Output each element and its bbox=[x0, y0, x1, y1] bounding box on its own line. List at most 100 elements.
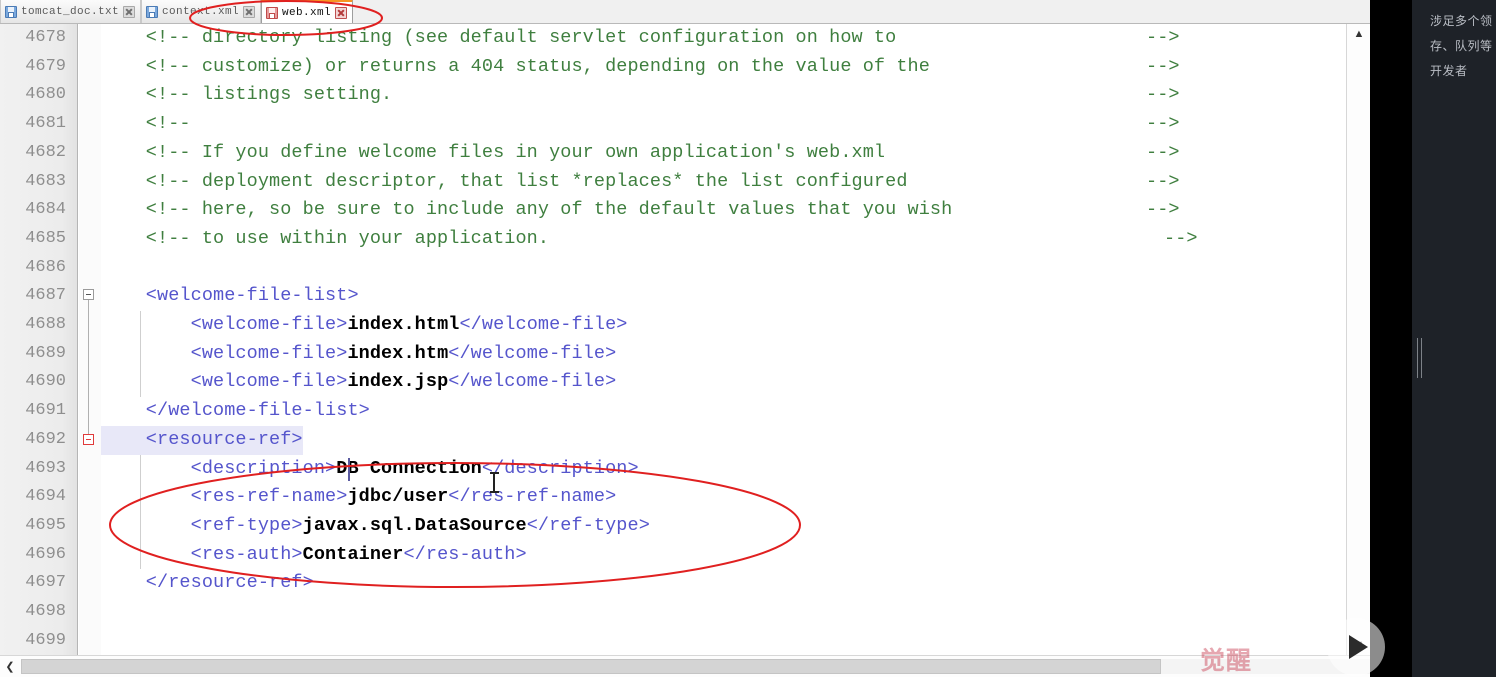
code-editing-area[interactable]: 4678 <!-- directory listing (see default… bbox=[0, 24, 1370, 655]
text-editor-window: tomcat_doc.txt context.xml web.xml 4678 … bbox=[0, 0, 1370, 677]
code-line-content: <!-- If you define welcome files in your… bbox=[101, 139, 1180, 168]
xml-comment: <!-- directory listing (see default serv… bbox=[101, 27, 897, 48]
comment-terminator: --> bbox=[1146, 170, 1180, 192]
line-number: 4686 bbox=[25, 257, 66, 277]
code-lines-container: 4678 <!-- directory listing (see default… bbox=[0, 24, 1345, 655]
xml-tag: </welcome-file> bbox=[448, 342, 617, 364]
xml-tag: <welcome-file> bbox=[101, 371, 348, 393]
floppy-disk-icon bbox=[266, 6, 279, 19]
panel-drag-handle[interactable] bbox=[1417, 338, 1423, 378]
fold-guide-line bbox=[88, 300, 89, 444]
xml-comment: <!-- here, so be sure to include any of … bbox=[101, 199, 953, 221]
xml-tag: <welcome-file> bbox=[101, 342, 348, 364]
line-number: 4687 bbox=[25, 286, 66, 306]
comment-terminator: --> bbox=[1146, 27, 1180, 48]
line-number: 4697 bbox=[25, 573, 66, 593]
play-button-icon[interactable] bbox=[1327, 618, 1385, 676]
xml-text-value: index.jsp bbox=[347, 371, 449, 393]
xml-tag: <welcome-file-list> bbox=[101, 285, 359, 307]
scroll-left-arrow[interactable]: ❮ bbox=[0, 656, 20, 677]
comment-terminator: --> bbox=[1146, 55, 1180, 77]
tab-web-xml[interactable]: web.xml bbox=[261, 0, 354, 23]
scroll-up-arrow[interactable]: ▲ bbox=[1347, 24, 1371, 44]
line-number: 4693 bbox=[25, 458, 66, 478]
line-number: 4678 bbox=[25, 28, 66, 47]
fold-marker-4692[interactable] bbox=[83, 434, 94, 445]
fold-marker-4687[interactable] bbox=[83, 289, 94, 300]
xml-comment: <!-- customize) or returns a 404 status,… bbox=[101, 55, 930, 77]
xml-comment: <!-- If you define welcome files in your… bbox=[101, 141, 886, 163]
side-panel-line-2: 存、队列等 bbox=[1430, 39, 1493, 53]
xml-tag: </welcome-file> bbox=[459, 314, 628, 335]
tab-label: tomcat_doc.txt bbox=[21, 5, 120, 18]
line-number: 4692 bbox=[25, 429, 66, 449]
code-line-content: <res-ref-name>jdbc/user</res-ref-name> bbox=[101, 483, 617, 512]
code-line-content: <!-- deployment descriptor, that list *r… bbox=[101, 168, 1180, 197]
line-number: 4683 bbox=[25, 171, 66, 191]
tab-label: web.xml bbox=[282, 6, 332, 19]
xml-text-value: index.html bbox=[347, 314, 460, 335]
comment-terminator: --> bbox=[1146, 84, 1180, 106]
black-letterbox-gap bbox=[1370, 0, 1412, 677]
line-number: 4695 bbox=[25, 515, 66, 535]
close-icon[interactable] bbox=[123, 5, 136, 18]
line-number: 4681 bbox=[25, 114, 66, 134]
code-line-content: <!-- here, so be sure to include any of … bbox=[101, 196, 1180, 225]
xml-tag: <resource-ref> bbox=[101, 428, 303, 450]
line-number: 4685 bbox=[25, 228, 66, 248]
code-line-content: <res-auth>Container</res-auth> bbox=[101, 541, 527, 570]
tab-context-xml[interactable]: context.xml bbox=[141, 0, 262, 23]
line-number: 4689 bbox=[25, 343, 66, 363]
xml-tag: <res-ref-name> bbox=[101, 486, 348, 508]
xml-text-value: Container bbox=[302, 543, 404, 565]
tab-label: context.xml bbox=[162, 5, 240, 18]
side-panel-line-3: 开发者 bbox=[1430, 64, 1468, 78]
comment-terminator: --> bbox=[1146, 141, 1180, 163]
xml-tag: <description> bbox=[101, 457, 337, 479]
screenshot-root: tomcat_doc.txt context.xml web.xml 4678 … bbox=[0, 0, 1496, 677]
xml-text-value: index.htm bbox=[347, 342, 449, 364]
side-panel-line-1: 涉足多个领 bbox=[1430, 14, 1493, 28]
code-line-content: </resource-ref> bbox=[101, 569, 314, 598]
xml-tag: </ref-type> bbox=[526, 514, 650, 536]
vertical-scrollbar[interactable]: ▲ ▼ bbox=[1346, 24, 1370, 655]
xml-tag: </res-ref-name> bbox=[448, 486, 617, 508]
close-icon[interactable] bbox=[335, 6, 348, 19]
xml-comment: <!-- listings setting. bbox=[101, 84, 393, 106]
xml-tag: </res-auth> bbox=[403, 543, 527, 565]
floppy-disk-icon bbox=[5, 5, 17, 18]
line-number: 4688 bbox=[25, 315, 66, 334]
xml-tag: </welcome-file> bbox=[448, 371, 617, 393]
xml-tag: </resource-ref> bbox=[101, 572, 314, 594]
line-number: 4690 bbox=[25, 372, 66, 392]
comment-terminator: --> bbox=[1164, 227, 1198, 249]
mouse-ibeam-cursor bbox=[490, 472, 499, 493]
side-info-panel: 涉足多个领 存、队列等 开发者 bbox=[1412, 0, 1496, 677]
line-number: 4679 bbox=[25, 56, 66, 76]
code-line-content: <welcome-file>index.jsp</welcome-file> bbox=[101, 368, 617, 397]
xml-text-value: DB Connection bbox=[336, 457, 482, 479]
code-line-content: <welcome-file>index.html</welcome-file> bbox=[101, 311, 628, 340]
xml-tag: <welcome-file> bbox=[101, 314, 348, 335]
code-line-content: </welcome-file-list> bbox=[101, 397, 370, 426]
floppy-disk-icon bbox=[146, 5, 159, 18]
code-line-content: <!-- --> bbox=[101, 110, 1180, 139]
close-icon[interactable] bbox=[243, 5, 256, 18]
code-line-content: <!-- listings setting. --> bbox=[101, 81, 1180, 110]
xml-tag: </description> bbox=[481, 457, 639, 479]
horizontal-scrollbar-thumb[interactable] bbox=[21, 659, 1161, 674]
xml-comment: <!-- to use within your application. bbox=[101, 227, 550, 249]
code-line-content: <!-- customize) or returns a 404 status,… bbox=[101, 53, 1180, 82]
xml-text-value: javax.sql.DataSource bbox=[302, 514, 527, 536]
horizontal-scrollbar[interactable]: ❮ bbox=[0, 655, 1370, 677]
line-number: 4680 bbox=[25, 85, 66, 105]
xml-tag: <ref-type> bbox=[101, 514, 303, 536]
line-number: 4682 bbox=[25, 142, 66, 162]
code-line-content: <welcome-file>index.htm</welcome-file> bbox=[101, 340, 617, 369]
code-line-content: <welcome-file-list> bbox=[101, 282, 359, 311]
xml-tag: </welcome-file-list> bbox=[101, 400, 370, 422]
xml-comment: <!-- deployment descriptor, that list *r… bbox=[101, 170, 908, 192]
line-number: 4684 bbox=[25, 200, 66, 220]
tab-tomcat-doc-txt[interactable]: tomcat_doc.txt bbox=[0, 0, 142, 23]
comment-terminator: --> bbox=[1146, 113, 1180, 135]
